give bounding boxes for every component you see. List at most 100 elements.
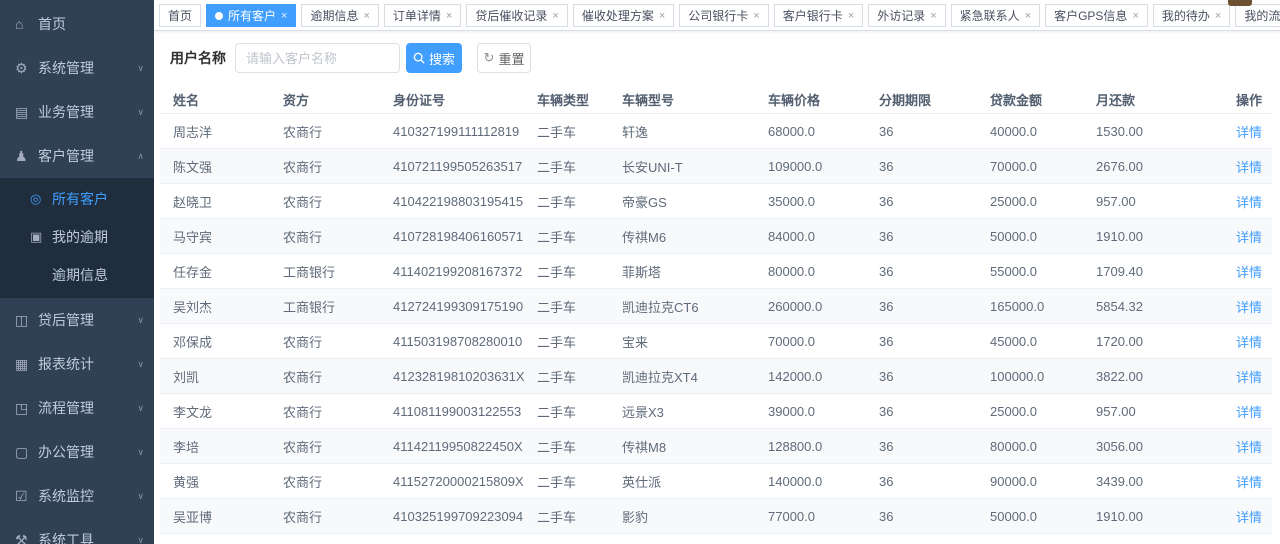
detail-link[interactable]: 详情 [1236, 195, 1262, 210]
sidebar-item-label: 首页 [38, 14, 144, 34]
detail-link[interactable]: 详情 [1236, 230, 1262, 245]
table-cell: 赵晓卫 [173, 192, 283, 211]
close-icon[interactable]: × [1025, 10, 1031, 22]
close-icon[interactable]: × [1215, 10, 1221, 22]
close-icon[interactable]: × [1132, 10, 1138, 22]
sidebar-item-tools[interactable]: ⚒系统工具∨ [0, 518, 154, 544]
sidebar-item-report[interactable]: ▦报表统计∨ [0, 342, 154, 386]
table-cell: 3439.00 [1096, 474, 1206, 489]
close-icon[interactable]: × [753, 10, 759, 22]
tab-customer-gps[interactable]: 客户GPS信息× [1045, 4, 1148, 27]
table-cell: 70000.0 [990, 159, 1096, 174]
sidebar-item-business[interactable]: ▤业务管理∨ [0, 90, 154, 134]
close-icon[interactable]: × [552, 10, 558, 22]
detail-link[interactable]: 详情 [1236, 405, 1262, 420]
table-cell: 吴亚博 [173, 507, 283, 526]
table-cell: 410422198803195415 [393, 194, 537, 209]
chevron-down-icon: ∨ [137, 107, 144, 118]
detail-link[interactable]: 详情 [1236, 335, 1262, 350]
detail-link[interactable]: 详情 [1236, 125, 1262, 140]
tab-emergency-contact[interactable]: 紧急联系人× [951, 4, 1040, 27]
table-cell: 39000.0 [768, 404, 879, 419]
tab-visit-record[interactable]: 外访记录 × [868, 4, 945, 27]
sidebar-item-workflow[interactable]: ◳流程管理∨ [0, 386, 154, 430]
detail-link[interactable]: 详情 [1236, 300, 1262, 315]
tab-customer-bankcard[interactable]: 客户银行卡× [774, 4, 863, 27]
table-cell: 41142119950822450X [393, 439, 537, 454]
table-cell: 二手车 [537, 227, 622, 246]
table-cell: 农商行 [283, 437, 393, 456]
tags-view-bar: 首页所有客户×逾期信息×订单详情×贷后催收记录×催收处理方案×公司银行卡×客户银… [154, 0, 1280, 31]
sidebar-subitem-label: 逾期信息 [52, 265, 108, 285]
table-cell: 50000.0 [990, 229, 1096, 244]
table-cell: 70000.0 [768, 334, 879, 349]
table-row: 李培农商行41142119950822450X二手车传祺M8128800.036… [160, 429, 1272, 464]
tab-collection-record[interactable]: 贷后催收记录× [466, 4, 567, 27]
table-cell: 36 [879, 299, 990, 314]
tab-label: 订单详情 [393, 7, 441, 24]
sidebar-item-post-loan[interactable]: ◫贷后管理∨ [0, 298, 154, 342]
table-cell: 二手车 [537, 507, 622, 526]
table-row: 周志洋农商行410327199111112819二手车轩逸68000.03640… [160, 114, 1272, 149]
sidebar-item-system[interactable]: ⚙系统管理∨ [0, 46, 154, 90]
close-icon[interactable]: × [659, 10, 665, 22]
refresh-icon: ↻ [484, 50, 495, 66]
column-header: 车辆类型 [537, 90, 622, 109]
table-cell: 36 [879, 159, 990, 174]
detail-link[interactable]: 详情 [1236, 510, 1262, 525]
detail-link[interactable]: 详情 [1236, 475, 1262, 490]
table-cell: 410325199709223094 [393, 509, 537, 524]
table-cell: 传祺M8 [622, 437, 768, 456]
tab-collection-plan[interactable]: 催收处理方案× [573, 4, 674, 27]
table-cell: 1910.00 [1096, 229, 1206, 244]
close-icon[interactable]: × [848, 10, 854, 22]
sidebar-item-monitor[interactable]: ☑系统监控∨ [0, 474, 154, 518]
table-cell: 80000.0 [990, 439, 1096, 454]
detail-link[interactable]: 详情 [1236, 265, 1262, 280]
tab-label: 外访记录 [877, 7, 925, 24]
sidebar-item-office[interactable]: ▢办公管理∨ [0, 430, 154, 474]
sidebar-item-home[interactable]: ⌂首页 [0, 2, 154, 46]
close-icon[interactable]: × [930, 10, 936, 22]
table-cell: 5854.32 [1096, 299, 1206, 314]
close-icon[interactable]: × [281, 10, 287, 22]
table-cell: 410721199505263517 [393, 159, 537, 174]
tab-all-customers[interactable]: 所有客户× [206, 4, 296, 27]
table-cell: 吴刘杰 [173, 297, 283, 316]
business-grid-icon: ▤ [15, 104, 38, 121]
search-input[interactable] [235, 43, 400, 73]
table-cell: 二手车 [537, 262, 622, 281]
table-cell: 工商银行 [283, 262, 393, 281]
tab-home[interactable]: 首页 [159, 4, 201, 27]
tab-overdue-info[interactable]: 逾期信息× [301, 4, 378, 27]
search-button[interactable]: 搜索 [406, 43, 462, 73]
table-body: 周志洋农商行410327199111112819二手车轩逸68000.03640… [160, 114, 1272, 544]
table-cell: 25000.0 [990, 194, 1096, 209]
detail-link[interactable]: 详情 [1236, 370, 1262, 385]
detail-link[interactable]: 详情 [1236, 160, 1262, 175]
table-cell: 轩逸 [622, 122, 768, 141]
close-icon[interactable]: × [446, 10, 452, 22]
table-row: 刘凯农商行41232819810203631X二手车凯迪拉克XT4142000.… [160, 359, 1272, 394]
tab-order-detail[interactable]: 订单详情 × [384, 4, 461, 27]
sidebar-subitem-my-overdue[interactable]: ▣我的逾期 [0, 218, 154, 256]
close-icon[interactable]: × [363, 10, 369, 22]
table-row: 吴刘杰工商银行412724199309175190二手车凯迪拉克CT626000… [160, 289, 1272, 324]
table-cell: 二手车 [537, 402, 622, 421]
sidebar-item-label: 系统监控 [38, 486, 137, 506]
sidebar-item-customer[interactable]: ♟客户管理∧ [0, 134, 154, 178]
table-row: 黄强农商行41152720000215809X二手车英仕派140000.0369… [160, 464, 1272, 499]
tab-my-flow[interactable]: 我的流程× [1235, 4, 1280, 27]
table-cell: 260000.0 [768, 299, 879, 314]
sidebar-subitem-overdue-info[interactable]: 逾期信息 [0, 256, 154, 294]
actions-cell: 详情 [1206, 507, 1262, 526]
table-cell: 邓保成 [173, 332, 283, 351]
detail-link[interactable]: 详情 [1236, 440, 1262, 455]
table-cell: 36 [879, 124, 990, 139]
reset-button[interactable]: ↻ 重置 [477, 43, 531, 73]
tab-my-todo[interactable]: 我的待办× [1153, 4, 1230, 27]
table-cell: 411503198708280010 [393, 334, 537, 349]
table-cell: 李培 [173, 437, 283, 456]
sidebar-subitem-all-customers[interactable]: ◎所有客户 [0, 180, 154, 218]
tab-company-bankcard[interactable]: 公司银行卡× [679, 4, 768, 27]
